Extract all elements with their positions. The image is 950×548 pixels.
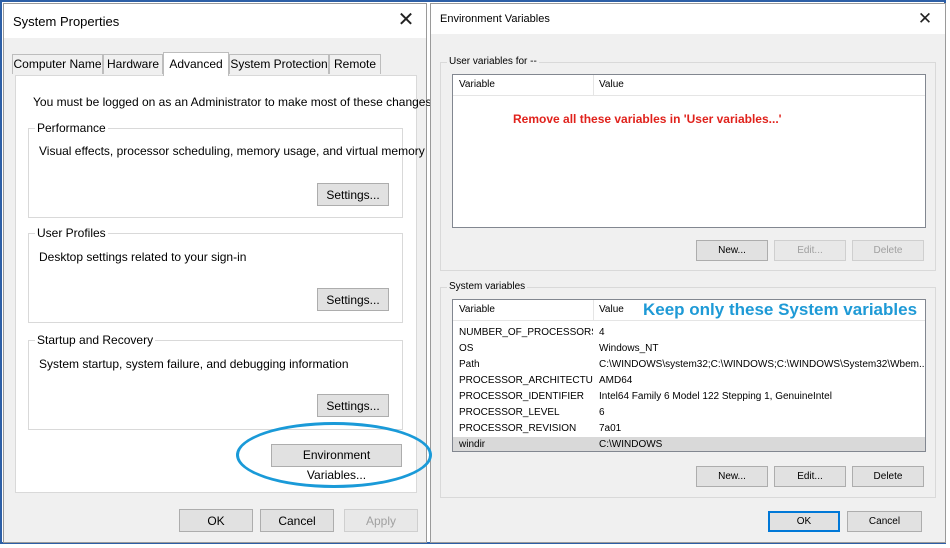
variable-value: 4 [599,327,605,338]
apply-button[interactable]: Apply [344,509,418,532]
environment-variables-titlebar: Environment Variables ✕ [431,4,945,34]
system-properties-titlebar: System Properties ✕ [4,4,426,38]
user-variables-group: User variables for -- Variable Value Rem… [440,56,936,271]
variable-value: Intel64 Family 6 Model 122 Stepping 1, G… [599,391,832,402]
variable-name: OS [459,343,474,354]
startup-recovery-settings-button[interactable]: Settings... [317,394,389,417]
performance-settings-button[interactable]: Settings... [317,183,389,206]
variable-name: PROCESSOR_LEVEL [459,407,560,418]
user-profiles-label: User Profiles [35,226,108,240]
user-variables-label: User variables for -- [447,56,539,67]
system-delete-button[interactable]: Delete [852,466,924,487]
user-col-value[interactable]: Value [599,79,624,90]
variable-value: 6 [599,407,605,418]
ok-button[interactable]: OK [179,509,253,532]
performance-group: Performance Visual effects, processor sc… [28,121,425,218]
env-window-title: Environment Variables [440,13,550,25]
variable-name: Path [459,359,480,370]
highlight-ellipse [236,422,432,488]
variable-name: NUMBER_OF_PROCESSORS [459,327,593,338]
system-edit-button[interactable]: Edit... [774,466,846,487]
admin-notice: You must be logged on as an Administrato… [33,95,435,109]
user-profiles-group: User Profiles Desktop settings related t… [28,226,403,323]
tab-system-protection[interactable]: System Protection [229,54,329,74]
user-profiles-settings-button[interactable]: Settings... [317,288,389,311]
system-variables-label: System variables [447,281,528,292]
user-edit-button[interactable]: Edit... [774,240,846,261]
env-ok-button[interactable]: OK [768,511,840,532]
variable-name: PROCESSOR_REVISION [459,423,577,434]
tab-computer-name[interactable]: Computer Name [12,54,103,74]
variable-value: C:\WINDOWS\system32;C:\WINDOWS;C:\WINDOW… [599,359,925,370]
table-row[interactable]: PROCESSOR_LEVEL 6 [453,405,925,421]
column-divider [593,300,594,320]
table-row[interactable]: PROCESSOR_ARCHITECTURE AMD64 [453,373,925,389]
user-variables-list[interactable]: Variable Value Remove all these variable… [452,74,926,228]
table-row[interactable]: NUMBER_OF_PROCESSORS 4 [453,325,925,341]
table-row[interactable]: windir C:\WINDOWS [453,437,925,451]
variable-name: windir [459,439,486,450]
column-divider [593,75,594,95]
variable-name: PROCESSOR_IDENTIFIER [459,391,585,402]
user-col-variable[interactable]: Variable [459,79,495,90]
env-cancel-button[interactable]: Cancel [847,511,922,532]
cancel-button[interactable]: Cancel [260,509,334,532]
variable-value: Windows_NT [599,343,659,354]
table-row[interactable]: PROCESSOR_IDENTIFIER Intel64 Family 6 Mod… [453,389,925,405]
variable-value: AMD64 [599,375,633,386]
performance-description: Visual effects, processor scheduling, me… [39,144,425,158]
startup-recovery-group: Startup and Recovery System startup, sys… [28,333,403,430]
environment-variables-window: Environment Variables ✕ User variables f… [430,3,946,543]
tab-remote[interactable]: Remote [329,54,381,74]
tab-hardware[interactable]: Hardware [103,54,163,74]
system-col-value[interactable]: Value [599,304,624,315]
performance-label: Performance [35,121,108,135]
keep-system-variables-annotation: Keep only these System variables [643,300,918,319]
user-new-button[interactable]: New... [696,240,768,261]
variable-value: C:\WINDOWS [599,439,663,450]
user-delete-button[interactable]: Delete [852,240,924,261]
table-row[interactable]: OS Windows_NT [453,341,925,357]
table-row[interactable]: Path C:\WINDOWS\system32;C:\WINDOWS;C:\WI… [453,357,925,373]
remove-user-variables-annotation: Remove all these variables in 'User vari… [513,112,782,126]
user-variables-header: Variable Value [453,75,925,96]
system-col-variable[interactable]: Variable [459,304,495,315]
system-variables-list[interactable]: Variable Value NUMBER_OF_PROCESSORS 4 OS Wi… [452,299,926,452]
startup-recovery-label: Startup and Recovery [35,333,156,347]
close-icon[interactable]: ✕ [915,9,935,29]
table-row[interactable]: PROCESSOR_REVISION 7a01 [453,421,925,437]
variable-name: PROCESSOR_ARCHITECTURE [459,375,593,386]
user-profiles-description: Desktop settings related to your sign-in [39,250,247,264]
window-title: System Properties [13,14,120,29]
tab-advanced[interactable]: Advanced [163,52,229,76]
startup-recovery-description: System startup, system failure, and debu… [39,357,349,371]
close-icon[interactable]: ✕ [396,10,416,30]
variable-value: 7a01 [599,423,622,434]
system-new-button[interactable]: New... [696,466,768,487]
